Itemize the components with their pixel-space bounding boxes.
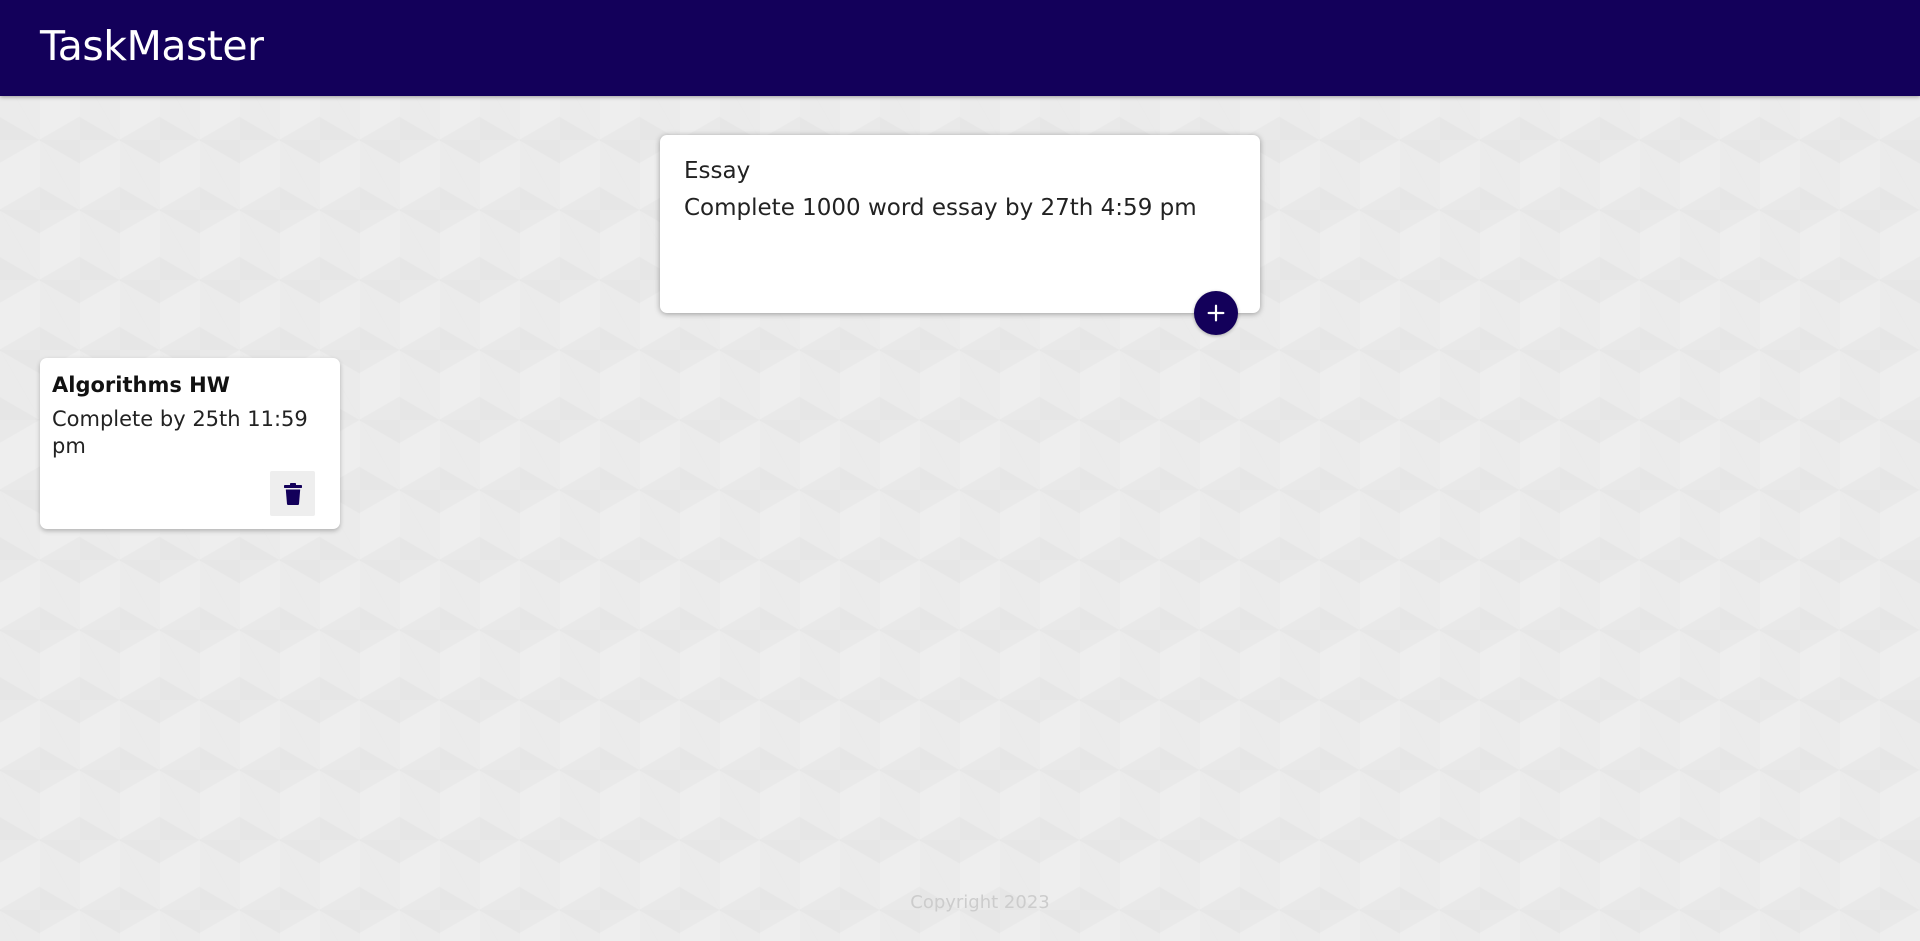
note-title: Algorithms HW bbox=[52, 373, 230, 397]
note-content: Complete by 25th 11:59 pm bbox=[52, 407, 308, 458]
add-note-button[interactable] bbox=[1194, 291, 1238, 335]
create-note-form: Complete 1000 word essay by 27th 4:59 pm bbox=[660, 135, 1260, 335]
app-header: TaskMaster bbox=[0, 0, 1920, 96]
note-title-input[interactable] bbox=[684, 155, 1236, 187]
trash-icon bbox=[283, 482, 302, 505]
copyright-text: Copyright 2023 bbox=[910, 892, 1050, 913]
note-content-textarea[interactable]: Complete 1000 word essay by 27th 4:59 pm bbox=[684, 193, 1236, 283]
footer: Copyright 2023 bbox=[0, 892, 1920, 913]
app-title: TaskMaster bbox=[40, 22, 264, 70]
delete-note-button[interactable] bbox=[270, 471, 315, 516]
note-card: Algorithms HW Complete by 25th 11:59 pm bbox=[40, 358, 340, 529]
plus-icon bbox=[1207, 304, 1225, 322]
